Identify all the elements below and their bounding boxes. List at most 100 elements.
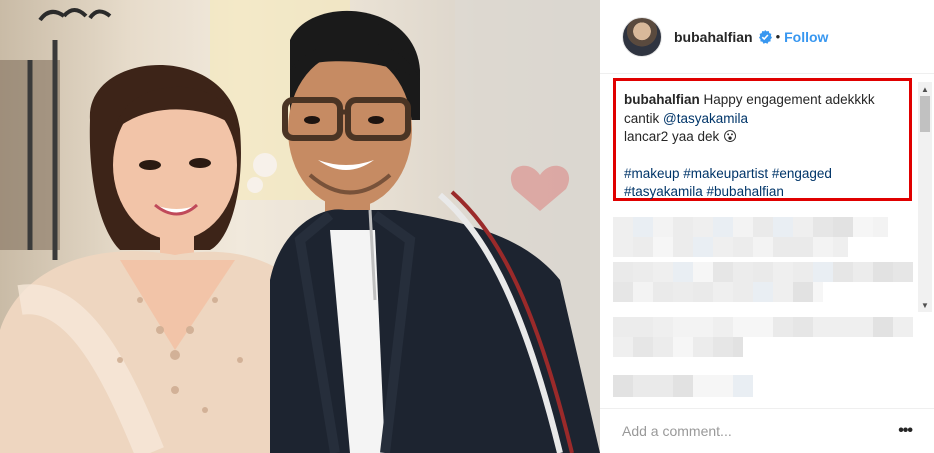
blurred-comment-block <box>833 262 853 282</box>
blurred-comment-block <box>613 262 633 282</box>
header-username[interactable]: bubahalfian <box>674 29 753 45</box>
blurred-comment-block <box>833 237 848 257</box>
blurred-comment-block <box>633 237 653 257</box>
comments-area: bubahalfian Happy engagement adekkkk can… <box>600 75 934 407</box>
blurred-comment-block <box>633 337 653 357</box>
blurred-comment-block <box>633 217 653 237</box>
caption-line2-text: cantik <box>624 110 664 126</box>
hashtags-line-2[interactable]: #tasyakamila #bubahalfian <box>624 183 901 202</box>
blurred-comment-block <box>813 217 833 237</box>
blurred-comment-block <box>793 217 813 237</box>
blurred-comment-block <box>733 337 743 357</box>
blurred-comment-block <box>633 375 653 397</box>
blurred-comment-block <box>833 217 853 237</box>
blurred-comment-block <box>853 317 873 337</box>
blurred-comment-block <box>733 262 753 282</box>
blurred-comment-block <box>773 317 793 337</box>
blurred-comment-block <box>653 317 673 337</box>
comment-bar: ••• <box>600 408 934 453</box>
blurred-comment-block <box>713 337 733 357</box>
blurred-comment-block <box>693 317 713 337</box>
blurred-comment-block <box>653 375 673 397</box>
blurred-comment-block <box>713 262 733 282</box>
blurred-comment-block <box>673 317 693 337</box>
blurred-comment-block <box>853 262 873 282</box>
blurred-comment-block <box>733 317 753 337</box>
caption-line-2: cantik @tasyakamila <box>624 110 901 129</box>
blurred-comment-block <box>873 317 893 337</box>
blurred-comment-block <box>673 262 693 282</box>
blurred-comment-block <box>713 375 733 397</box>
comments-scrollbar[interactable]: ▲ ▼ <box>918 82 932 312</box>
blurred-comment-block <box>653 262 673 282</box>
scroll-thumb[interactable] <box>920 96 930 132</box>
blurred-comment-block <box>673 337 693 357</box>
caption-highlight: bubahalfian Happy engagement adekkkk can… <box>613 78 912 201</box>
follow-button[interactable]: Follow <box>784 29 828 45</box>
blurred-comment-block <box>673 237 693 257</box>
separator-dot: • <box>775 29 781 44</box>
caption-username[interactable]: bubahalfian <box>624 92 700 107</box>
mention-link[interactable]: @tasyakamila <box>663 111 748 126</box>
blurred-comment-block <box>613 282 633 302</box>
blurred-comment-block <box>693 217 713 237</box>
blurred-comment-block <box>773 217 793 237</box>
blurred-comment-block <box>693 337 713 357</box>
blurred-comment-block <box>773 282 793 302</box>
avatar[interactable] <box>622 16 662 57</box>
blurred-comment-block <box>893 317 913 337</box>
scroll-up-arrow-icon[interactable]: ▲ <box>918 82 932 96</box>
blurred-comment-block <box>813 282 823 302</box>
blurred-comment-block <box>773 262 793 282</box>
blurred-comment-block <box>673 217 693 237</box>
post-side-panel: bubahalfian • Follow bubahalfian Happy e… <box>600 0 934 453</box>
blurred-comment-block <box>873 217 888 237</box>
blurred-comment-block <box>633 317 653 337</box>
comment-input[interactable] <box>622 423 899 439</box>
blurred-comment-block <box>753 282 773 302</box>
blurred-comment-block <box>793 262 813 282</box>
blurred-comment-block <box>653 282 673 302</box>
blurred-comment-block <box>773 237 793 257</box>
blurred-comment-block <box>613 237 633 257</box>
blurred-comment-block <box>833 317 853 337</box>
verified-badge-icon <box>758 29 772 44</box>
blurred-comment-block <box>813 317 833 337</box>
blurred-comment-block <box>713 317 733 337</box>
blurred-comment-block <box>733 375 753 397</box>
photo-of-couple <box>0 0 600 453</box>
blurred-comment-block <box>793 282 813 302</box>
more-options-icon[interactable]: ••• <box>898 422 913 440</box>
blurred-comment-block <box>693 262 713 282</box>
caption-text: Happy engagement adekkkk <box>703 92 875 107</box>
blurred-comment-block <box>713 217 733 237</box>
blurred-comment-block <box>793 237 813 257</box>
post-header: bubahalfian • Follow <box>600 0 934 74</box>
blurred-comment-block <box>733 217 753 237</box>
scroll-down-arrow-icon[interactable]: ▼ <box>918 298 932 312</box>
blurred-comment-block <box>793 317 813 337</box>
blurred-comment-block <box>633 262 653 282</box>
blurred-comment-block <box>613 317 633 337</box>
blurred-comment-block <box>753 217 773 237</box>
blurred-comment-block <box>613 375 633 397</box>
blurred-comment-block <box>813 262 833 282</box>
caption-line-1: bubahalfian Happy engagement adekkkk <box>624 91 901 110</box>
blurred-comment-block <box>713 237 733 257</box>
post-photo <box>0 0 600 453</box>
blurred-comment-block <box>893 262 913 282</box>
blurred-comment-block <box>733 282 753 302</box>
blurred-comment-block <box>673 282 693 302</box>
blurred-comment-block <box>873 262 893 282</box>
blurred-comment-block <box>733 237 753 257</box>
blurred-comment-block <box>693 237 713 257</box>
blurred-comment-block <box>653 237 673 257</box>
blurred-comments <box>613 217 913 407</box>
blurred-comment-block <box>713 282 733 302</box>
blurred-comment-block <box>613 337 633 357</box>
blurred-comment-block <box>653 217 673 237</box>
blurred-comment-block <box>653 337 673 357</box>
hashtags-line-1[interactable]: #makeup #makeupartist #engaged <box>624 165 901 184</box>
blurred-comment-block <box>693 375 713 397</box>
